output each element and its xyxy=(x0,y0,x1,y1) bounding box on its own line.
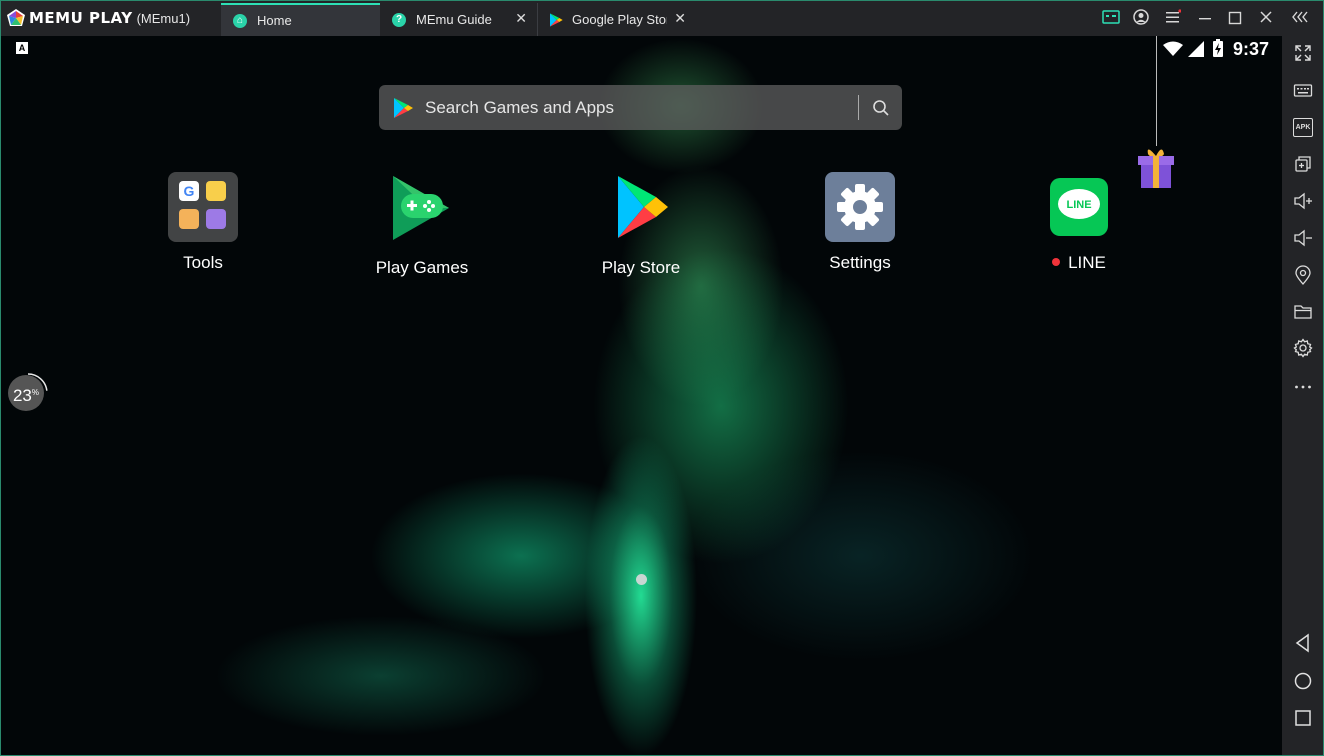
app-settings[interactable]: Settings xyxy=(800,172,920,273)
tab-google-play-store[interactable]: Google Play Store ✕ xyxy=(537,3,696,36)
search-icon[interactable] xyxy=(872,99,890,117)
app-name: MEMU PLAY xyxy=(29,9,133,27)
apk-install-icon[interactable]: APK xyxy=(1291,115,1315,139)
search-placeholder: Search Games and Apps xyxy=(425,98,615,117)
close-tab-icon[interactable]: ✕ xyxy=(674,10,686,27)
clock: 9:37 xyxy=(1233,39,1270,59)
app-label: Tools xyxy=(183,253,223,272)
title-bar: MEMU PLAY (MEmu1) ⌂ Home ? MEmu Guide ✕ … xyxy=(0,0,1324,37)
signal-icon xyxy=(1188,41,1204,57)
maximize-icon[interactable] xyxy=(1228,9,1242,25)
emulator-sidebar: APK xyxy=(1282,36,1324,756)
recents-icon[interactable] xyxy=(1291,706,1315,730)
new-badge xyxy=(1052,258,1061,266)
close-tab-icon[interactable]: ✕ xyxy=(515,10,527,27)
apk-label: APK xyxy=(1293,118,1313,137)
tools-folder-icon: G xyxy=(168,172,238,242)
tab-label: Google Play Store xyxy=(572,12,667,27)
instance-name: (MEmu1) xyxy=(136,10,191,26)
play-store-icon xyxy=(618,176,668,238)
gift-string xyxy=(1156,36,1157,146)
app-label: Settings xyxy=(829,253,891,272)
menu-icon[interactable] xyxy=(1165,9,1181,25)
app-play-games[interactable]: Play Games xyxy=(362,172,482,278)
keyboard-mapping-icon[interactable] xyxy=(1102,9,1120,25)
shared-folder-icon[interactable] xyxy=(1291,300,1315,324)
memory-progress[interactable]: 23% xyxy=(7,372,49,414)
volume-up-icon[interactable] xyxy=(1291,189,1315,213)
settings-icon[interactable] xyxy=(1291,336,1315,360)
gift-icon[interactable] xyxy=(1134,144,1178,190)
play-store-icon xyxy=(394,98,413,118)
multi-instance-icon[interactable] xyxy=(1291,152,1315,176)
help-icon: ? xyxy=(392,12,406,27)
location-icon[interactable] xyxy=(1291,263,1315,287)
account-icon[interactable] xyxy=(1133,9,1149,25)
tab-label: MEmu Guide xyxy=(416,12,492,27)
tab-memu-guide[interactable]: ? MEmu Guide ✕ xyxy=(380,3,537,36)
memu-logo: MEMU PLAY (MEmu1) xyxy=(6,8,190,28)
play-games-icon xyxy=(393,176,449,240)
progress-value: 23% xyxy=(8,375,44,411)
close-icon[interactable] xyxy=(1259,9,1273,25)
app-play-store[interactable]: Play Store xyxy=(581,172,701,278)
android-screen[interactable]: A 9:37 Search Games and Apps G Tools Pla… xyxy=(1,36,1282,755)
app-label: Play Games xyxy=(375,258,469,277)
search-divider xyxy=(858,95,859,120)
home-icon[interactable] xyxy=(1291,669,1315,693)
play-store-icon xyxy=(550,12,563,27)
page-indicator xyxy=(636,574,647,585)
home-icon: ⌂ xyxy=(233,13,247,28)
back-icon[interactable] xyxy=(1291,631,1315,655)
search-bar[interactable]: Search Games and Apps xyxy=(379,85,902,130)
line-app-icon: LINE xyxy=(1044,172,1114,242)
tab-home[interactable]: ⌂ Home xyxy=(221,3,380,36)
tab-label: Home xyxy=(257,13,292,28)
collapse-sidebar-icon[interactable] xyxy=(1291,9,1309,25)
app-label: LINE xyxy=(1019,253,1139,273)
app-tools[interactable]: G Tools xyxy=(143,172,263,273)
volume-down-icon[interactable] xyxy=(1291,226,1315,250)
minimize-icon[interactable] xyxy=(1198,9,1212,25)
app-line[interactable]: LINE LINE xyxy=(1019,172,1139,273)
fullscreen-icon[interactable] xyxy=(1291,41,1315,65)
settings-gear-icon xyxy=(825,172,895,242)
app-label: Play Store xyxy=(601,258,681,277)
wifi-icon xyxy=(1163,41,1183,56)
battery-icon xyxy=(1213,39,1223,57)
app-label-text: LINE xyxy=(1068,253,1106,272)
more-icon[interactable] xyxy=(1291,373,1315,397)
memu-logo-icon xyxy=(7,9,25,26)
keyboard-icon[interactable] xyxy=(1291,78,1315,102)
status-indicator: A xyxy=(16,42,28,54)
